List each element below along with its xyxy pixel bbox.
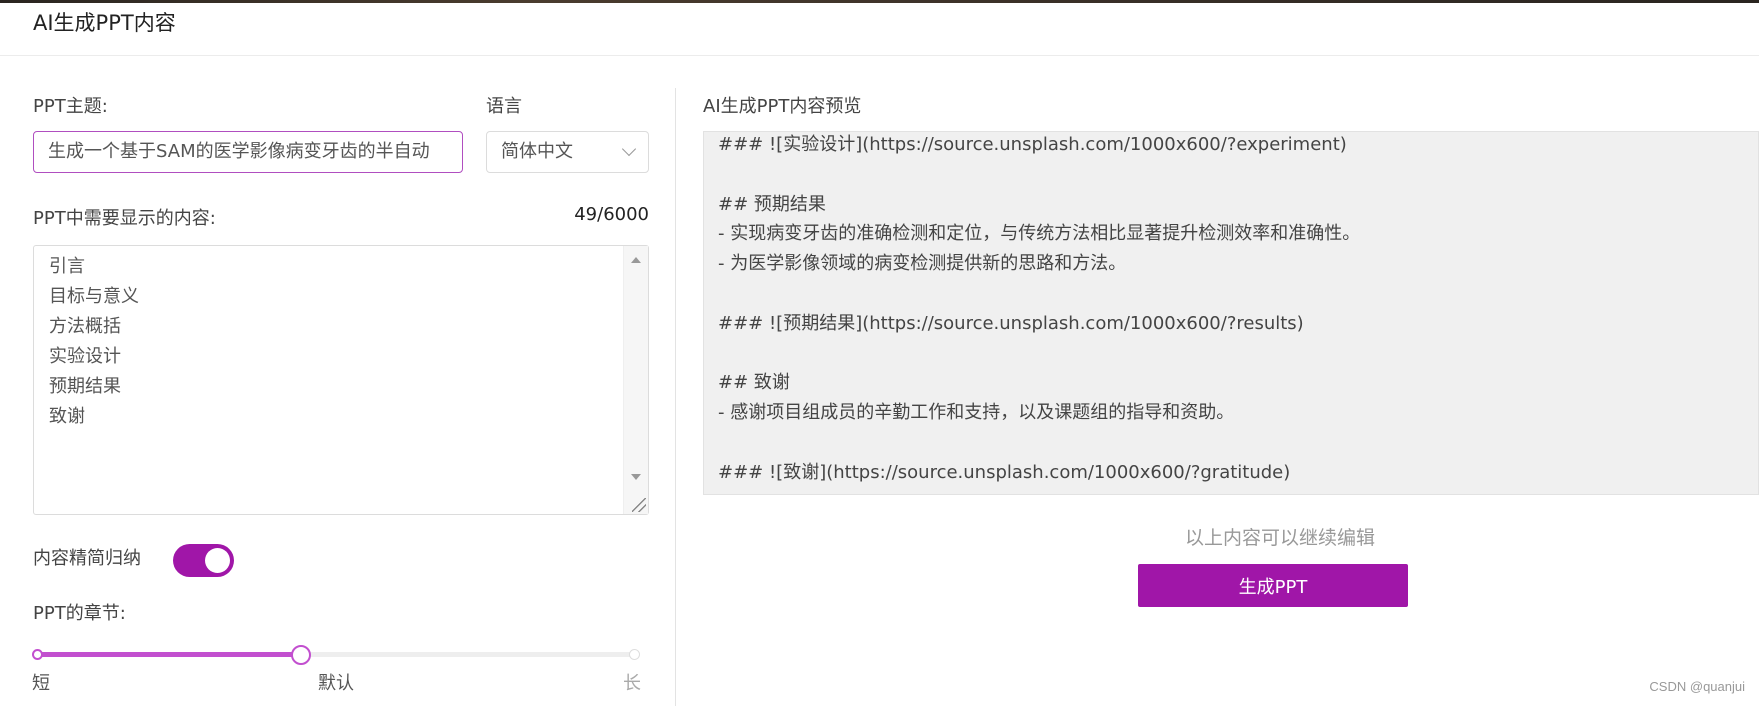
char-counter: 49/6000 (574, 204, 649, 225)
slider-label-short: 短 (32, 673, 50, 694)
textarea-scrollbar[interactable] (623, 246, 648, 514)
preview-line (718, 428, 1360, 458)
summarize-toggle[interactable] (173, 544, 234, 577)
watermark: CSDN @quanjui (1649, 679, 1745, 694)
preview-line: ### ![致谢](https://source.unsplash.com/10… (718, 461, 1291, 483)
preview-line: ## 致谢 (718, 372, 790, 394)
slider-label-default: 默认 (318, 673, 354, 694)
content-textarea[interactable]: 引言目标与意义方法概括实验设计预期结果致谢 (33, 245, 649, 515)
summarize-label: 内容精简归纳 (33, 548, 141, 569)
content-line: 实验设计 (49, 346, 121, 367)
content-line: 方法概括 (49, 316, 121, 337)
edit-hint: 以上内容可以继续编辑 (1184, 527, 1375, 549)
preview-line: ### ![预期结果](https://source.unsplash.com/… (718, 312, 1304, 334)
scroll-down-icon[interactable] (631, 474, 641, 480)
slider-label-long: 长 (623, 673, 641, 694)
preview-line (718, 279, 1360, 309)
chevron-down-icon (621, 141, 637, 157)
content-line: 目标与意义 (49, 286, 139, 307)
content-line: 引言 (49, 256, 85, 277)
scroll-up-icon[interactable] (631, 257, 641, 263)
chapters-label: PPT的章节: (33, 603, 126, 624)
chapter-slider[interactable]: 短 默认 长 (32, 643, 641, 694)
preview-line: - 实现病变牙齿的准确检测和定位，与传统方法相比显著提升检测效率和准确性。 (718, 223, 1361, 245)
preview-line: - 为医学影像领域的病变检测提供新的思路和方法。 (718, 253, 1127, 275)
preview-line: ## 预期结果 (718, 193, 826, 215)
preview-line: - 感谢项目组成员的辛勤工作和支持，以及课题组的指导和资助。 (718, 402, 1235, 424)
preview-line: ### ![实验设计](https://source.unsplash.com/… (718, 134, 1347, 155)
preview-label: AI生成PPT内容预览 (703, 96, 862, 117)
preview-editor[interactable]: ### ![实验设计](https://source.unsplash.com/… (703, 131, 1759, 495)
page-header: AI生成PPT内容 (0, 3, 1759, 56)
panel-divider (675, 88, 676, 706)
slider-fill (35, 652, 301, 657)
language-select[interactable]: 简体中文 (486, 131, 649, 173)
content-label: PPT中需要显示的内容: (33, 208, 216, 229)
slider-stop-end[interactable] (629, 649, 640, 660)
preview-content: ### ![实验设计](https://source.unsplash.com/… (718, 132, 1361, 488)
slider-handle[interactable] (291, 645, 311, 665)
slider-stop-start[interactable] (32, 649, 43, 660)
preview-line (718, 160, 1360, 190)
toggle-knob (205, 548, 230, 573)
page-title: AI生成PPT内容 (33, 11, 176, 35)
resize-handle-icon[interactable] (632, 498, 646, 512)
generate-ppt-button[interactable]: 生成PPT (1138, 564, 1408, 607)
content-lines: 引言目标与意义方法概括实验设计预期结果致谢 (49, 252, 139, 432)
topic-label: PPT主题: (33, 96, 108, 117)
content-line: 预期结果 (49, 376, 121, 397)
preview-line (718, 339, 1360, 369)
topic-input[interactable]: 生成一个基于SAM的医学影像病变牙齿的半自动 (33, 131, 463, 173)
language-value: 简体中文 (501, 141, 573, 162)
content-line: 致谢 (49, 406, 85, 427)
language-label: 语言 (486, 96, 522, 117)
settings-panel: PPT主题: 语言 生成一个基于SAM的医学影像病变牙齿的半自动 简体中文 PP… (32, 56, 649, 706)
